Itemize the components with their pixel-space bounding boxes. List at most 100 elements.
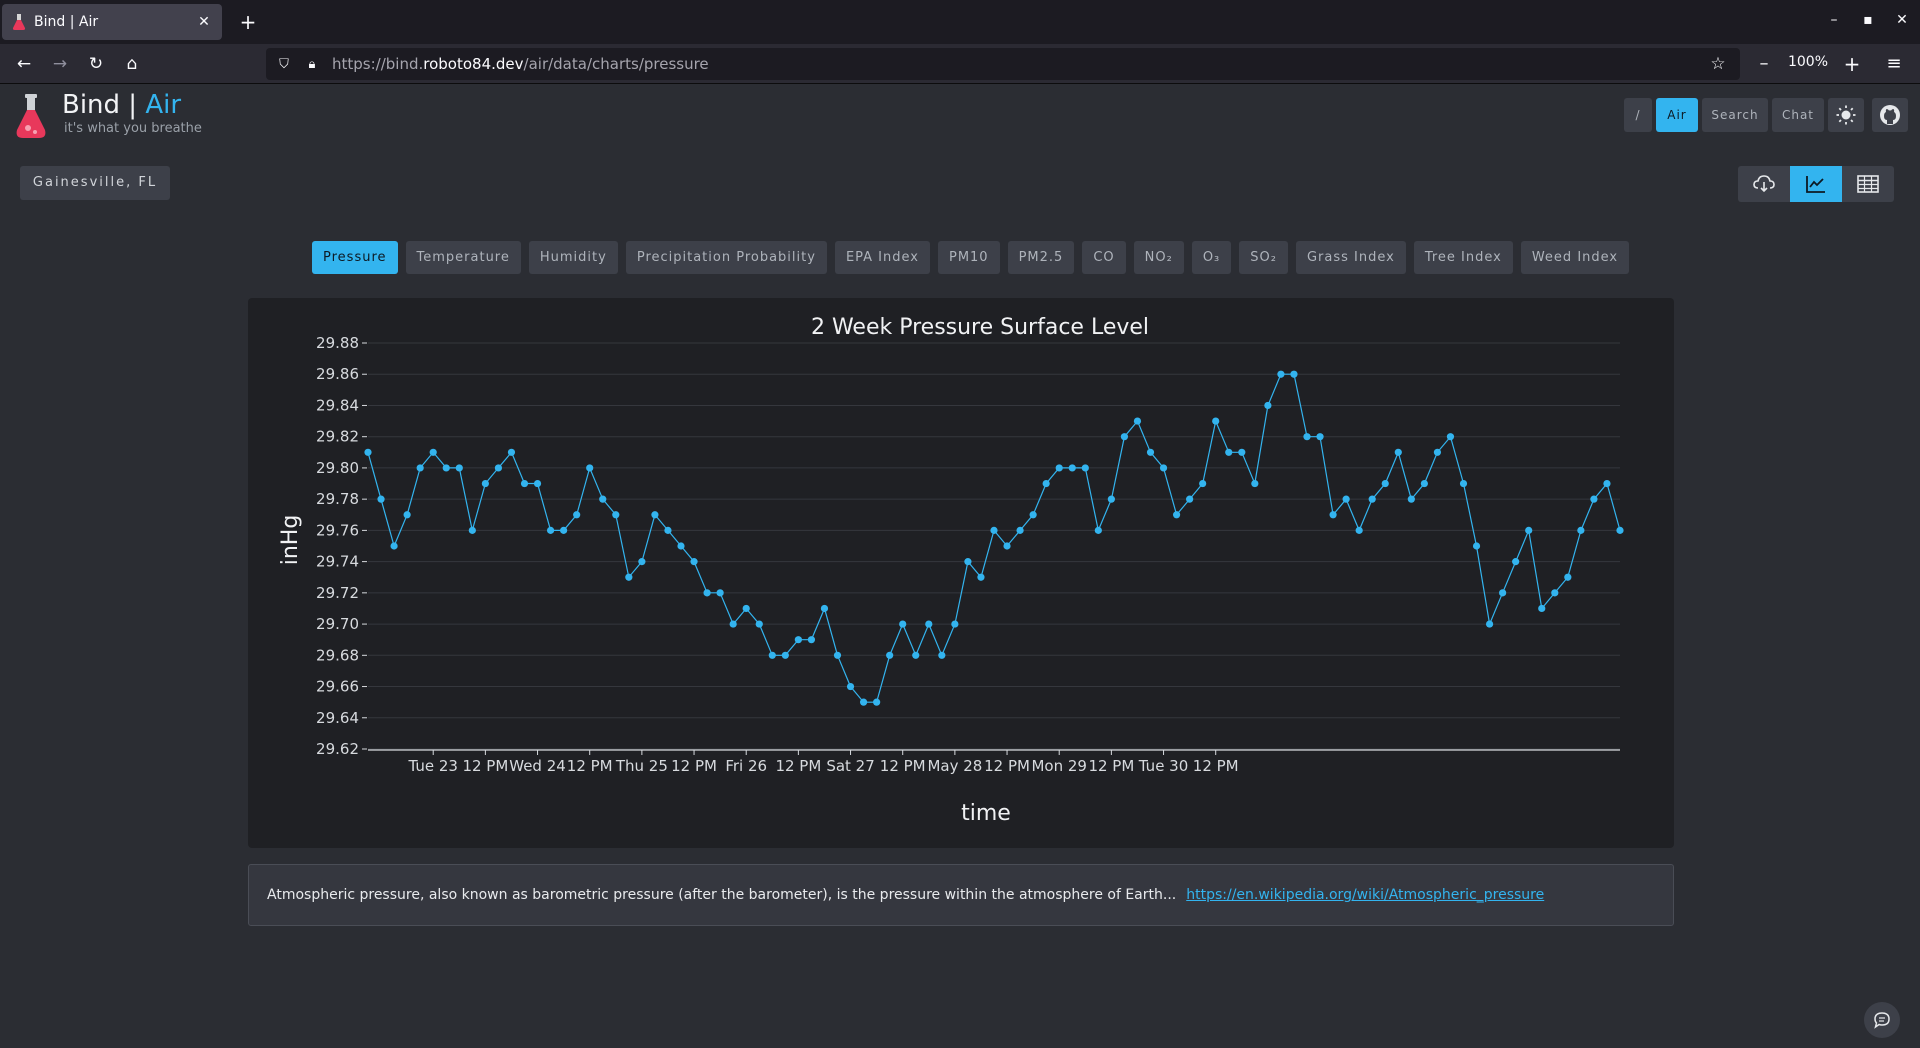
data-point[interactable]: [1329, 511, 1337, 519]
metric-tab[interactable]: Weed Index: [1520, 241, 1630, 274]
data-point[interactable]: [859, 698, 868, 706]
data-point[interactable]: [1120, 433, 1129, 441]
hamburger-menu-icon[interactable]: ≡: [1880, 50, 1908, 78]
data-point[interactable]: [1472, 542, 1481, 550]
data-point[interactable]: [781, 651, 789, 659]
metric-tab[interactable]: Tree Index: [1413, 241, 1513, 274]
data-point[interactable]: [599, 495, 607, 503]
data-point[interactable]: [455, 464, 463, 472]
data-point[interactable]: [833, 651, 842, 659]
data-point[interactable]: [520, 479, 529, 488]
metric-tab[interactable]: Grass Index: [1295, 241, 1406, 274]
minimize-icon[interactable]: –: [1824, 12, 1844, 28]
data-point[interactable]: [1238, 448, 1246, 456]
data-point[interactable]: [533, 479, 542, 488]
data-point[interactable]: [1355, 526, 1363, 534]
data-point[interactable]: [1029, 511, 1037, 519]
bookmark-star-icon[interactable]: ☆: [1706, 54, 1730, 74]
data-point[interactable]: [1420, 479, 1428, 488]
shield-icon[interactable]: ⛉: [274, 57, 294, 72]
metric-tab[interactable]: CO: [1082, 241, 1126, 274]
data-point[interactable]: [429, 448, 437, 456]
data-point[interactable]: [377, 495, 385, 503]
data-point[interactable]: [468, 526, 476, 534]
data-point[interactable]: [964, 558, 972, 566]
data-point[interactable]: [560, 526, 568, 534]
nav-search-button[interactable]: Search: [1702, 98, 1768, 132]
data-point[interactable]: [1186, 495, 1194, 503]
data-point[interactable]: [1251, 479, 1259, 488]
data-point[interactable]: [1381, 479, 1389, 488]
url-bar[interactable]: ⛉ 🔒︎ https://bind.roboto84.dev/air/data/…: [266, 48, 1740, 80]
data-point[interactable]: [886, 651, 894, 659]
data-point[interactable]: [1277, 370, 1285, 378]
cloud-download-button[interactable]: [1738, 166, 1790, 202]
data-point[interactable]: [703, 589, 711, 597]
data-point[interactable]: [951, 620, 959, 628]
zoom-in-button[interactable]: +: [1840, 50, 1864, 78]
data-point[interactable]: [1538, 604, 1546, 613]
data-point[interactable]: [638, 558, 646, 566]
data-point[interactable]: [1459, 479, 1468, 488]
data-point[interactable]: [873, 698, 881, 706]
nav-root-button[interactable]: /: [1624, 98, 1652, 132]
data-point[interactable]: [416, 464, 424, 472]
back-arrow-icon[interactable]: ←: [10, 50, 38, 78]
data-point[interactable]: [677, 542, 685, 550]
table-view-button[interactable]: [1842, 166, 1894, 202]
chat-bubble-button[interactable]: [1864, 1002, 1900, 1038]
nav-air-button[interactable]: Air: [1656, 98, 1698, 132]
data-point[interactable]: [1264, 401, 1272, 410]
data-point[interactable]: [1081, 464, 1089, 472]
data-point[interactable]: [573, 511, 581, 519]
github-button[interactable]: [1872, 98, 1908, 132]
data-point[interactable]: [1512, 558, 1520, 566]
maximize-icon[interactable]: ▪: [1858, 12, 1878, 28]
data-point[interactable]: [768, 651, 776, 659]
metric-tab[interactable]: Precipitation Probability: [625, 241, 827, 274]
data-point[interactable]: [1199, 479, 1207, 488]
data-point[interactable]: [1146, 448, 1155, 456]
data-point[interactable]: [403, 511, 411, 519]
browser-tab[interactable]: Bind | Air ✕: [2, 4, 222, 40]
data-point[interactable]: [1068, 464, 1076, 472]
nav-chat-button[interactable]: Chat: [1772, 98, 1824, 132]
data-point[interactable]: [1133, 417, 1142, 425]
data-point[interactable]: [938, 651, 946, 659]
data-point[interactable]: [1316, 433, 1324, 441]
data-point[interactable]: [1159, 464, 1168, 472]
data-point[interactable]: [690, 558, 698, 566]
data-point[interactable]: [1342, 495, 1350, 503]
data-point[interactable]: [1055, 464, 1063, 472]
data-point[interactable]: [1303, 433, 1311, 441]
data-point[interactable]: [925, 620, 933, 628]
data-point[interactable]: [625, 573, 633, 581]
data-point[interactable]: [899, 620, 907, 628]
metric-tab[interactable]: EPA Index: [834, 241, 930, 274]
data-point[interactable]: [1407, 495, 1415, 503]
new-tab-button[interactable]: +: [234, 8, 262, 36]
data-point[interactable]: [1616, 526, 1624, 534]
data-point[interactable]: [912, 651, 920, 659]
data-point[interactable]: [755, 620, 763, 628]
metric-tab[interactable]: PM2.5: [1007, 241, 1075, 274]
data-point[interactable]: [1433, 448, 1442, 456]
data-point[interactable]: [977, 573, 985, 581]
data-point[interactable]: [481, 479, 489, 488]
data-point[interactable]: [1290, 370, 1298, 378]
data-point[interactable]: [1172, 511, 1181, 519]
metric-tab[interactable]: NO₂: [1133, 241, 1184, 274]
data-point[interactable]: [1094, 526, 1102, 534]
data-point[interactable]: [716, 589, 724, 597]
data-point[interactable]: [651, 511, 659, 519]
zoom-out-button[interactable]: –: [1752, 50, 1776, 78]
forward-arrow-icon[interactable]: →: [46, 50, 74, 78]
data-point[interactable]: [586, 464, 594, 472]
data-point[interactable]: [990, 526, 998, 534]
metric-tab[interactable]: SO₂: [1239, 241, 1288, 274]
data-point[interactable]: [442, 464, 450, 472]
data-point[interactable]: [507, 448, 516, 456]
wikipedia-link[interactable]: https://en.wikipedia.org/wiki/Atmospheri…: [1186, 887, 1544, 903]
data-point[interactable]: [1368, 495, 1376, 503]
data-point[interactable]: [846, 682, 855, 691]
